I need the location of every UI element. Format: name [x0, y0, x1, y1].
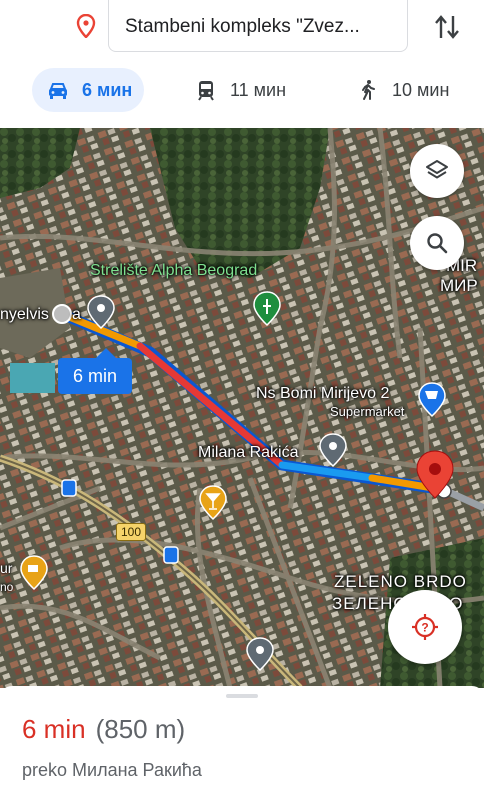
layers-button[interactable] — [410, 144, 464, 198]
mode-driving-label: 6 мин — [82, 79, 133, 100]
route-distance: (850 m) — [95, 714, 186, 744]
location-unknown-icon: ? — [412, 614, 438, 640]
poi-label-origin-partial: nyelvis — [0, 306, 49, 323]
svg-text:?: ? — [421, 621, 428, 635]
layers-icon — [426, 160, 448, 179]
poi-label-origin-partial-2: a — [72, 306, 81, 323]
mode-transit-label: 11 мин — [230, 79, 287, 100]
destination-field[interactable]: Stambeni kompleks "Zvez... — [108, 0, 408, 52]
drag-handle[interactable] — [226, 694, 258, 698]
area-label-latin: ZELENO BRDO — [334, 572, 467, 591]
destination-text: Stambeni kompleks "Zvez... — [125, 16, 360, 37]
directions-header: Stambeni kompleks "Zvez... 6 мин 11 мин — [0, 0, 484, 128]
route-summary: 6 min (850 m) — [22, 714, 185, 745]
poi-sublabel-left-partial: no — [0, 580, 14, 594]
poi-sublabel-supermarket: Supermarket — [330, 404, 405, 419]
car-icon — [49, 83, 67, 99]
route-duration-bubble[interactable]: 6 min — [58, 348, 132, 394]
poi-label-left-partial: ur — [0, 560, 13, 576]
search-icon — [427, 233, 448, 254]
walk-icon — [362, 80, 375, 100]
search-along-route-button[interactable] — [410, 216, 464, 270]
satellite-map[interactable]: Strelište Alpha Beograd Ns Bomi Mirijevo… — [0, 128, 484, 688]
route-via: preko Милана Ракића — [22, 760, 202, 780]
mode-walking-tab[interactable]: 10 мин — [356, 68, 449, 112]
mode-driving-tab[interactable]: 6 мин — [32, 68, 144, 112]
street-label: Milana Rakića — [198, 444, 299, 461]
destination-pin-icon — [76, 14, 96, 38]
route-time: 6 min — [22, 714, 86, 744]
swap-icon[interactable] — [432, 12, 462, 42]
route-summary-sheet[interactable]: 6 min (850 m) preko Милана Ракића — [0, 686, 484, 800]
area-label-mir-cyrillic: МИР — [440, 276, 478, 295]
road-number-shield: 100 — [116, 523, 146, 541]
mode-walking-label: 10 мин — [392, 79, 450, 100]
train-icon — [198, 81, 214, 101]
mode-transit-tab[interactable]: 11 мин — [194, 68, 286, 112]
my-location-button[interactable]: ? — [388, 590, 462, 664]
poi-label-supermarket[interactable]: Ns Bomi Mirijevo 2 — [256, 385, 389, 403]
poi-label-shooting-range[interactable]: Strelište Alpha Beograd — [90, 262, 257, 280]
